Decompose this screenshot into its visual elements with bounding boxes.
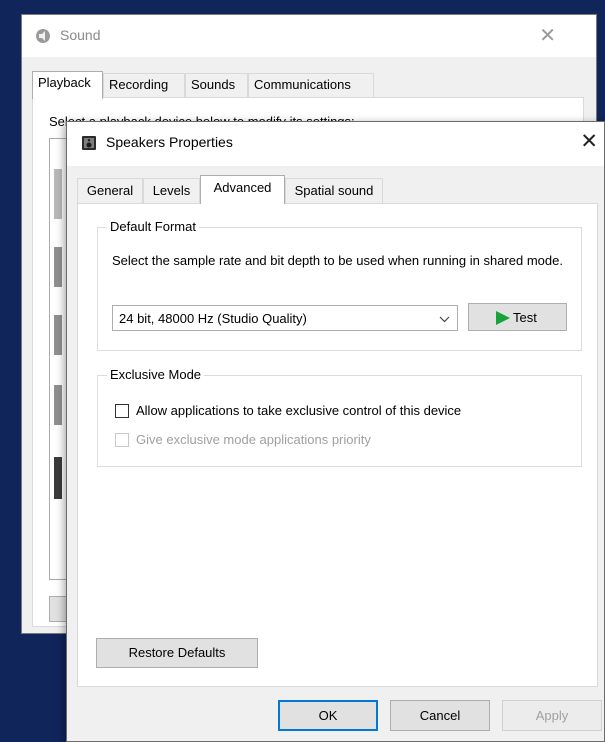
tab-recording[interactable]: Recording <box>103 73 185 97</box>
device-stripe <box>54 247 62 287</box>
give-priority-option: Give exclusive mode applications priorit… <box>115 432 435 450</box>
speakers-properties-dialog: Speakers Properties ✕ General Levels Adv… <box>66 121 605 742</box>
allow-exclusive-option[interactable]: Allow applications to take exclusive con… <box>115 403 555 421</box>
allow-exclusive-label: Allow applications to take exclusive con… <box>136 403 462 418</box>
speaker-icon <box>81 135 97 154</box>
tab-levels[interactable]: Levels <box>143 178 200 203</box>
exclusive-mode-group: Exclusive Mode Allow applications to tak… <box>97 367 582 467</box>
give-priority-checkbox <box>115 433 129 447</box>
chevron-down-icon <box>439 313 450 328</box>
tab-general[interactable]: General <box>77 178 143 203</box>
device-stripe <box>54 315 62 355</box>
ok-button[interactable]: OK <box>278 700 378 731</box>
sample-format-select[interactable]: 24 bit, 48000 Hz (Studio Quality) <box>112 305 458 331</box>
test-button[interactable]: Test <box>468 303 567 331</box>
sound-title-bar: Sound ✕ <box>22 15 596 57</box>
exclusive-mode-legend: Exclusive Mode <box>107 367 205 382</box>
test-button-label: Test <box>513 310 537 325</box>
default-format-legend: Default Format <box>107 219 199 234</box>
tab-playback[interactable]: Playback <box>32 71 103 99</box>
allow-exclusive-checkbox[interactable] <box>115 404 129 418</box>
device-stripe <box>54 385 62 425</box>
restore-defaults-button[interactable]: Restore Defaults <box>96 638 258 668</box>
default-format-description: Select the sample rate and bit depth to … <box>112 253 563 268</box>
play-icon <box>495 311 511 328</box>
sound-close-icon[interactable]: ✕ <box>539 23 556 48</box>
cancel-button[interactable]: Cancel <box>390 700 490 731</box>
give-priority-label: Give exclusive mode applications priorit… <box>136 432 371 447</box>
tab-sounds[interactable]: Sounds <box>185 73 248 97</box>
default-format-group: Default Format Select the sample rate an… <box>97 219 582 351</box>
dialog-title: Speakers Properties <box>106 134 233 150</box>
dialog-title-bar: Speakers Properties ✕ <box>67 122 604 166</box>
tab-spatial-sound[interactable]: Spatial sound <box>285 178 383 203</box>
sample-format-value: 24 bit, 48000 Hz (Studio Quality) <box>119 311 307 326</box>
tab-advanced[interactable]: Advanced <box>200 175 285 204</box>
sound-window-title: Sound <box>60 27 101 43</box>
dialog-tab-bar: General Levels Advanced Spatial sound <box>77 175 597 204</box>
device-stripe <box>54 457 62 499</box>
advanced-panel: Default Format Select the sample rate an… <box>77 203 598 687</box>
tab-communications[interactable]: Communications <box>248 73 374 97</box>
device-stripe <box>54 169 62 219</box>
apply-button: Apply <box>502 700 602 731</box>
sound-app-icon <box>34 27 52 48</box>
close-icon[interactable]: ✕ <box>580 129 598 154</box>
